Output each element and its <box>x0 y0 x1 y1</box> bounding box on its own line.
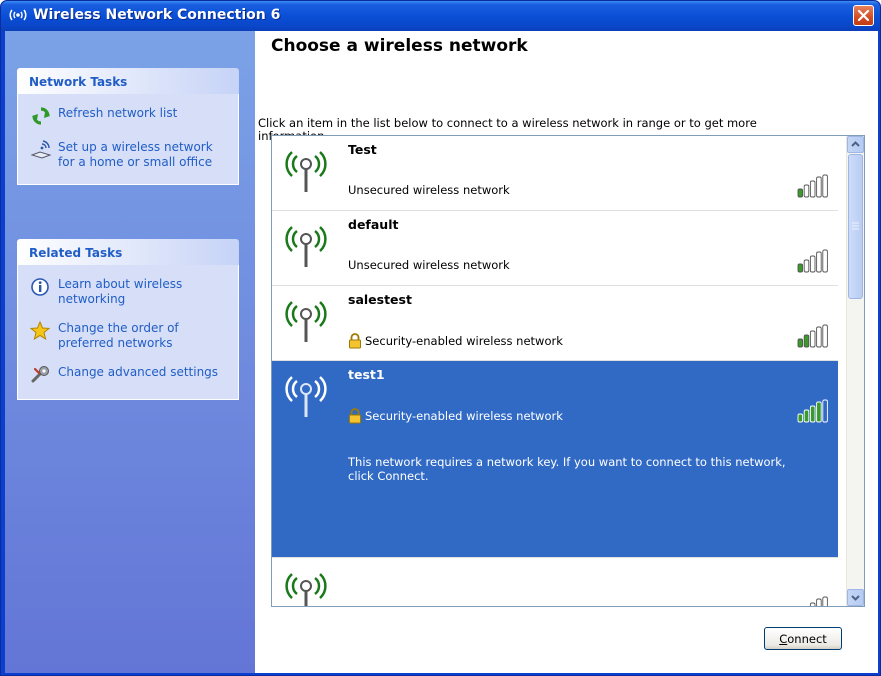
task-setup-wireless-network[interactable]: Set up a wireless network for a home or … <box>18 136 238 180</box>
grip-icon <box>852 222 859 230</box>
chevron-down-icon <box>851 595 860 601</box>
close-button[interactable] <box>853 5 874 26</box>
window-content: Network Tasks Refresh network list Set u… <box>5 31 878 673</box>
task-label: Change advanced settings <box>58 365 219 379</box>
network-list[interactable]: Test Unsecured wireless network default Uns… <box>271 135 865 607</box>
wireless-connection-window: Wireless Network Connection 6 Network Ta… <box>0 0 881 676</box>
task-learn-wireless[interactable]: Learn about wireless networking <box>18 273 238 317</box>
network-tasks-header[interactable]: Network Tasks <box>17 68 239 94</box>
network-name: Test <box>348 142 377 157</box>
info-icon <box>31 278 49 296</box>
refresh-icon <box>32 107 50 125</box>
close-icon <box>857 9 870 22</box>
task-pane: Network Tasks Refresh network list Set u… <box>5 31 255 673</box>
page-title: Choose a wireless network <box>271 36 528 56</box>
lock-icon <box>349 408 361 424</box>
window-title: Wireless Network Connection 6 <box>33 7 281 23</box>
network-name: default <box>348 217 399 232</box>
wireless-antenna-icon <box>285 151 327 192</box>
network-list-items: Test Unsecured wireless network default Uns… <box>272 136 838 606</box>
signal-strength-icon <box>797 324 828 348</box>
network-name: salestest <box>348 292 412 307</box>
network-tasks-box: Network Tasks Refresh network list Set u… <box>17 68 239 185</box>
network-status-text: Security-enabled wireless network <box>365 334 563 348</box>
network-tasks-list: Refresh network list Set up a wireless n… <box>17 94 239 185</box>
network-name: test1 <box>348 367 385 382</box>
task-label: Refresh network list <box>58 106 178 120</box>
scroll-thumb[interactable] <box>848 154 863 299</box>
wireless-setup-icon <box>30 140 52 159</box>
network-item[interactable] <box>272 558 838 606</box>
connect-label: onnect <box>787 631 827 646</box>
signal-strength-icon <box>797 399 828 423</box>
star-icon <box>30 321 51 341</box>
main-pane: Choose a wireless network Click an item … <box>255 31 878 673</box>
network-status-text: Unsecured wireless network <box>348 183 510 197</box>
signal-strength-icon <box>797 249 828 273</box>
wireless-antenna-icon <box>285 301 327 342</box>
network-status-text: Security-enabled wireless network <box>365 409 563 423</box>
related-tasks-list: Learn about wireless networking Change t… <box>17 265 239 400</box>
network-tasks-title: Network Tasks <box>29 75 128 89</box>
lock-icon <box>349 333 361 349</box>
scrollbar[interactable] <box>846 136 864 606</box>
task-change-advanced-settings[interactable]: Change advanced settings <box>18 361 238 395</box>
wireless-antenna-icon <box>285 226 327 267</box>
task-label: Learn about wireless networking <box>58 277 183 306</box>
task-change-preferred-order[interactable]: Change the order of preferred networks <box>18 317 238 361</box>
network-status: Unsecured wireless network <box>348 258 510 272</box>
wireless-title-icon <box>9 9 27 21</box>
task-refresh-network-list[interactable]: Refresh network list <box>18 102 238 136</box>
signal-strength-icon <box>797 174 828 198</box>
scroll-up-button[interactable] <box>847 136 864 153</box>
task-label: Set up a wireless network for a home or … <box>58 140 213 169</box>
related-tasks-header[interactable]: Related Tasks <box>17 239 239 265</box>
chevron-up-icon <box>851 141 860 147</box>
title-bar[interactable]: Wireless Network Connection 6 <box>1 1 880 31</box>
related-tasks-title: Related Tasks <box>29 246 123 260</box>
network-status: Security-enabled wireless network <box>348 408 563 424</box>
network-description: This network requires a network key. If … <box>348 455 786 483</box>
task-label: Change the order of preferred networks <box>58 321 179 350</box>
network-item[interactable]: Test Unsecured wireless network <box>272 136 838 211</box>
wireless-antenna-icon <box>285 573 327 606</box>
network-status: Unsecured wireless network <box>348 183 510 197</box>
network-item[interactable]: test1 Security-enabled wireless network Th… <box>272 361 838 558</box>
connect-button[interactable]: Connect <box>764 627 842 650</box>
network-status: Security-enabled wireless network <box>348 333 563 349</box>
wireless-antenna-icon <box>285 376 327 417</box>
network-item[interactable]: default Unsecured wireless network <box>272 211 838 286</box>
network-item[interactable]: salestest Security-enabled wireless netwo… <box>272 286 838 361</box>
related-tasks-box: Related Tasks Learn about wireless netwo… <box>17 239 239 400</box>
network-status-text: Unsecured wireless network <box>348 258 510 272</box>
signal-strength-icon <box>809 596 828 606</box>
settings-icon <box>31 366 49 383</box>
scroll-down-button[interactable] <box>847 589 864 606</box>
